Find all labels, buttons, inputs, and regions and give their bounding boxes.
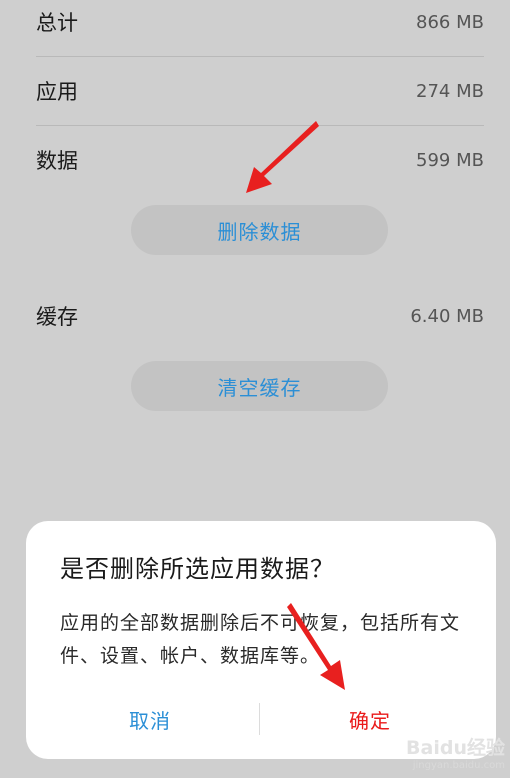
storage-cache-label: 缓存 xyxy=(36,305,78,329)
storage-total-value: 866 MB xyxy=(416,11,484,33)
storage-data-value: 599 MB xyxy=(416,149,484,171)
storage-data-label: 数据 xyxy=(36,149,78,173)
storage-row-cache: 缓存 6.40 MB xyxy=(36,282,484,350)
delete-confirm-dialog: 是否删除所选应用数据？ 应用的全部数据删除后不可恢复，包括所有文件、设置、帐户、… xyxy=(26,521,496,759)
storage-row-app: 应用 274 MB xyxy=(36,57,484,125)
dialog-message: 应用的全部数据删除后不可恢复，包括所有文件、设置、帐户、数据库等。 xyxy=(60,612,461,667)
watermark-url: jingyan.baidu.com xyxy=(412,760,505,771)
storage-row-data: 数据 599 MB xyxy=(36,126,484,194)
cancel-button[interactable]: 取消 xyxy=(50,699,250,739)
delete-data-button[interactable]: 删除数据 xyxy=(131,205,388,255)
watermark-logo: Baidu经验 xyxy=(406,737,505,759)
clear-cache-button[interactable]: 清空缓存 xyxy=(131,361,388,411)
watermark: Baidu经验 jingyan.baidu.com xyxy=(390,733,505,773)
button-divider xyxy=(259,703,260,735)
storage-row-total: 总计 866 MB xyxy=(36,0,484,56)
dialog-title: 是否删除所选应用数据？ xyxy=(60,555,335,583)
storage-total-label: 总计 xyxy=(36,11,78,35)
storage-cache-value: 6.40 MB xyxy=(410,305,484,327)
storage-app-label: 应用 xyxy=(36,80,78,104)
storage-app-value: 274 MB xyxy=(416,80,484,102)
